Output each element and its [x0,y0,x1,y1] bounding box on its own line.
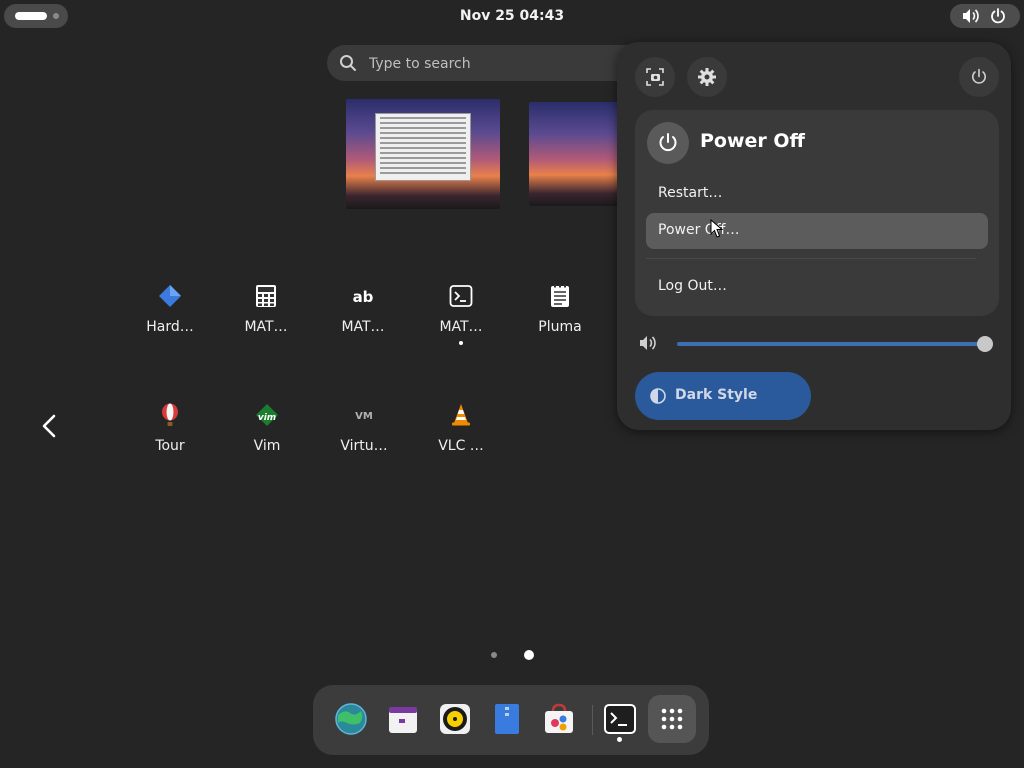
restart-menu-item[interactable]: Restart… [646,176,988,212]
power-off-menu-title: Power Off [700,130,805,152]
text-editor-icon [551,284,569,307]
restart-label: Restart… [658,185,723,201]
svg-text:VM: VM [355,411,373,422]
calendar-icon[interactable] [385,701,421,737]
power-off-label: Power Off… [658,222,740,238]
system-status-area[interactable] [950,4,1020,28]
date-time-clock[interactable]: Nov 25 04:43 [0,0,1024,32]
app-label: Tour [155,438,185,454]
search-icon [340,55,356,71]
volume-slider-handle[interactable] [977,336,993,352]
vlc-cone-icon [452,404,470,426]
calculator-icon [256,285,276,307]
hardinfo-diamond-icon [159,285,181,307]
menu-separator [646,258,976,259]
app-label: MAT… [341,319,385,335]
power-icon [659,133,677,152]
mouse-pointer-icon [710,219,724,238]
page-indicator-2-active[interactable] [524,650,534,660]
app-label: MAT… [439,319,483,335]
page-indicator-1[interactable] [491,652,497,658]
running-indicator [617,737,622,742]
previous-page-arrow-icon[interactable] [36,410,64,442]
log-out-label: Log Out… [658,278,727,294]
app-label: Hard… [146,319,194,335]
volume-icon[interactable] [639,335,657,351]
app-label: Virtu… [340,438,388,454]
dash [313,685,709,755]
svg-text:vim: vim [258,413,276,423]
browser-globe-icon[interactable] [333,701,369,737]
log-out-menu-item[interactable]: Log Out… [646,269,988,305]
search-input[interactable] [367,53,631,75]
music-player-icon[interactable] [437,701,473,737]
app-vim[interactable]: vim Vim [222,403,312,454]
software-store-icon[interactable] [541,701,577,737]
screenshot-icon [646,68,664,86]
settings-button[interactable] [687,57,727,97]
power-off-menu-item[interactable]: Power Off… [646,213,988,249]
character-map-icon: ab [353,288,374,306]
screenshot-button[interactable] [635,57,675,97]
power-off-menu: Power Off Restart… Power Off… Log Out… [635,110,999,316]
show-apps-button[interactable] [648,695,696,743]
power-icon [972,68,986,84]
app-label: Vim [253,438,281,454]
svg-text:ab: ab [353,288,374,306]
app-label: VLC … [438,438,484,454]
virtualbox-icon: VM [355,411,373,422]
app-mate-charmap[interactable]: ab MAT… [318,284,408,335]
terminal-icon[interactable] [602,701,638,737]
vim-icon: vim [256,404,278,426]
window-preview [375,113,471,181]
workspace-thumbnail-1[interactable] [346,99,500,209]
app-mate-terminal[interactable]: MAT… [416,284,506,345]
app-label: Pluma [538,319,582,335]
quick-settings-panel: Power Off Restart… Power Off… Log Out… D… [617,42,1011,430]
app-vlc[interactable]: VLC … [416,403,506,454]
dark-style-label: Dark Style [675,387,758,403]
app-grid-icon [661,708,683,730]
workspace-thumbnail-2[interactable] [529,102,629,206]
volume-slider[interactable] [677,342,987,346]
app-pluma[interactable]: Pluma [515,284,605,335]
gear-icon [698,68,716,86]
search-bar[interactable] [327,45,647,81]
app-mate-calculator[interactable]: MAT… [221,284,311,335]
volume-icon [963,9,979,23]
power-off-menu-icon-badge [647,122,689,164]
running-indicator [459,341,463,345]
file-manager-icon[interactable] [489,701,525,737]
app-hardinfo[interactable]: Hard… [125,284,215,335]
dash-separator [592,705,593,735]
dark-style-toggle[interactable]: Dark Style [635,372,811,420]
app-tour[interactable]: Tour [125,403,215,454]
app-virtualbox[interactable]: VM Virtu… [319,403,409,454]
power-icon [991,8,1005,24]
tour-balloon-icon [162,403,178,426]
top-bar: Nov 25 04:43 [0,0,1024,32]
terminal-icon [449,285,473,307]
dark-style-icon [650,388,666,404]
power-menu-button[interactable] [959,57,999,97]
app-label: MAT… [244,319,288,335]
